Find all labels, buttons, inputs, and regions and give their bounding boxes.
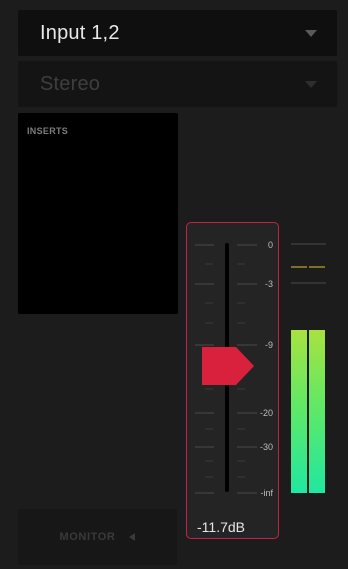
chevron-down-icon [305, 29, 317, 37]
fader-tick-label: -20 [259, 408, 273, 418]
inserts-title: INSERTS [27, 126, 69, 136]
fader-tick-label: -9 [264, 340, 273, 350]
meter-bar-r [309, 330, 325, 493]
input-select-dropdown[interactable]: Input 1,2 [18, 10, 337, 56]
channel-mode-value: Stereo [40, 72, 101, 95]
channel-mode-dropdown[interactable]: Stereo [18, 61, 337, 107]
meter-bar-l [291, 330, 307, 493]
fader-tick-label: -inf [260, 488, 273, 498]
level-meter [288, 222, 330, 497]
speaker-icon [129, 533, 136, 541]
monitor-button[interactable]: MONITOR [18, 509, 177, 565]
monitor-label: MONITOR [59, 531, 116, 543]
input-select-value: Input 1,2 [40, 21, 120, 44]
chevron-down-icon [305, 80, 317, 88]
fader-db-readout: -11.7dB [197, 519, 245, 535]
fader-tick-label: -30 [259, 442, 273, 452]
meter-lines [291, 243, 326, 284]
fader-handle[interactable] [200, 345, 256, 387]
inserts-panel[interactable]: INSERTS [18, 113, 178, 314]
fader-tick-label: -3 [264, 279, 273, 289]
channel-strip: Input 1,2 Stereo INSERTS MONITOR 0 -3 -9 -2… [0, 0, 348, 569]
volume-fader[interactable]: 0 -3 -9 -20 -30 -inf -11.7dB [186, 222, 279, 539]
fader-tick-label: 0 [267, 240, 273, 250]
